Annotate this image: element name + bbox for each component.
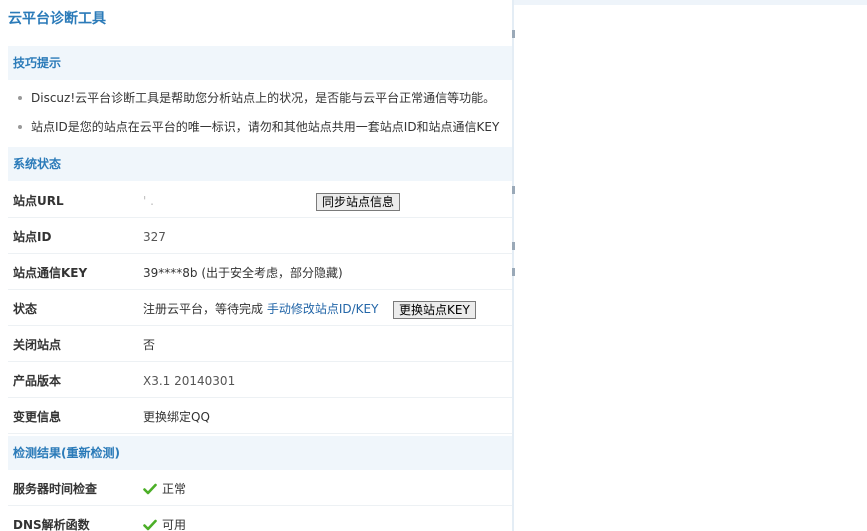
version-label: 产品版本: [13, 374, 62, 388]
check-icon: [143, 519, 157, 530]
page-title: 云平台诊断工具: [8, 11, 106, 27]
change-info-label: 变更信息: [13, 410, 62, 424]
status-text: 注册云平台，等待完成: [143, 302, 264, 316]
version-row: 产品版本 X3.1 20140301: [8, 363, 512, 398]
change-site-key-button[interactable]: 更换站点KEY: [393, 301, 476, 319]
detection-label: 服务器时间检查: [13, 482, 98, 496]
close-site-row: 关闭站点 否: [8, 327, 512, 362]
site-id-row: 站点ID 327: [8, 219, 512, 254]
site-id-label: 站点ID: [13, 230, 52, 244]
diagnostic-panel: 云平台诊断工具 技巧提示 Discuz!云平台诊断工具是帮助您分析站点上的状况，…: [0, 0, 512, 531]
site-key-value: 39****8b (出于安全考虑，部分隐藏): [143, 266, 343, 280]
tip-item: Discuz!云平台诊断工具是帮助您分析站点上的状况，是否能与云平台正常通信等功…: [18, 89, 495, 106]
detection-row: 服务器时间检查 正常: [8, 471, 512, 506]
detection-label: DNS解析函数: [13, 518, 90, 531]
detection-result-text: 正常: [162, 482, 187, 496]
site-id-value: 327: [143, 230, 166, 244]
system-status-header: 系统状态: [8, 147, 512, 181]
change-info-row: 变更信息 更换绑定QQ: [8, 399, 512, 434]
tip-item: 站点ID是您的站点在云平台的唯一标识，请勿和其他站点共用一套站点ID和站点通信K…: [18, 118, 499, 135]
status-row: 状态 注册云平台，等待完成 手动修改站点ID/KEY 更换站点KEY: [8, 291, 512, 326]
right-top-strip: [512, 0, 867, 5]
site-key-row: 站点通信KEY 39****8b (出于安全考虑，部分隐藏): [8, 255, 512, 290]
site-url-row: 站点URL ' . 同步站点信息: [8, 183, 512, 218]
sync-site-info-button[interactable]: 同步站点信息: [316, 193, 401, 211]
status-value: 注册云平台，等待完成 手动修改站点ID/KEY: [143, 291, 378, 327]
tip-text: Discuz!云平台诊断工具是帮助您分析站点上的状况，是否能与云平台正常通信等功…: [31, 91, 496, 105]
tip-text: 站点ID是您的站点在云平台的唯一标识，请勿和其他站点共用一套站点ID和站点通信K…: [31, 120, 500, 134]
version-value: X3.1 20140301: [143, 374, 236, 388]
bullet-icon: [18, 95, 22, 100]
detection-result-text: 可用: [162, 518, 187, 531]
close-site-label: 关闭站点: [13, 338, 62, 352]
site-url-value: ' .: [143, 194, 154, 208]
edge-mark: [512, 30, 515, 38]
close-site-value: 否: [143, 338, 156, 352]
check-icon: [143, 483, 157, 494]
edge-mark: [512, 186, 515, 194]
edge-mark: [512, 242, 515, 250]
rebind-qq-link[interactable]: 更换绑定QQ: [143, 399, 210, 435]
status-label: 状态: [13, 302, 38, 316]
site-key-label: 站点通信KEY: [13, 266, 88, 280]
right-divider: [512, 0, 514, 531]
detection-result: 正常: [143, 471, 186, 507]
manual-edit-key-link[interactable]: 手动修改站点ID/KEY: [267, 302, 379, 316]
detection-header[interactable]: 检测结果(重新检测): [8, 436, 512, 470]
detection-row: DNS解析函数 可用: [8, 507, 512, 531]
right-background-pane: [512, 0, 867, 531]
tips-header: 技巧提示: [8, 46, 512, 80]
site-url-label: 站点URL: [13, 194, 64, 208]
bullet-icon: [18, 124, 22, 129]
edge-mark: [512, 268, 515, 276]
detection-result: 可用: [143, 507, 186, 531]
